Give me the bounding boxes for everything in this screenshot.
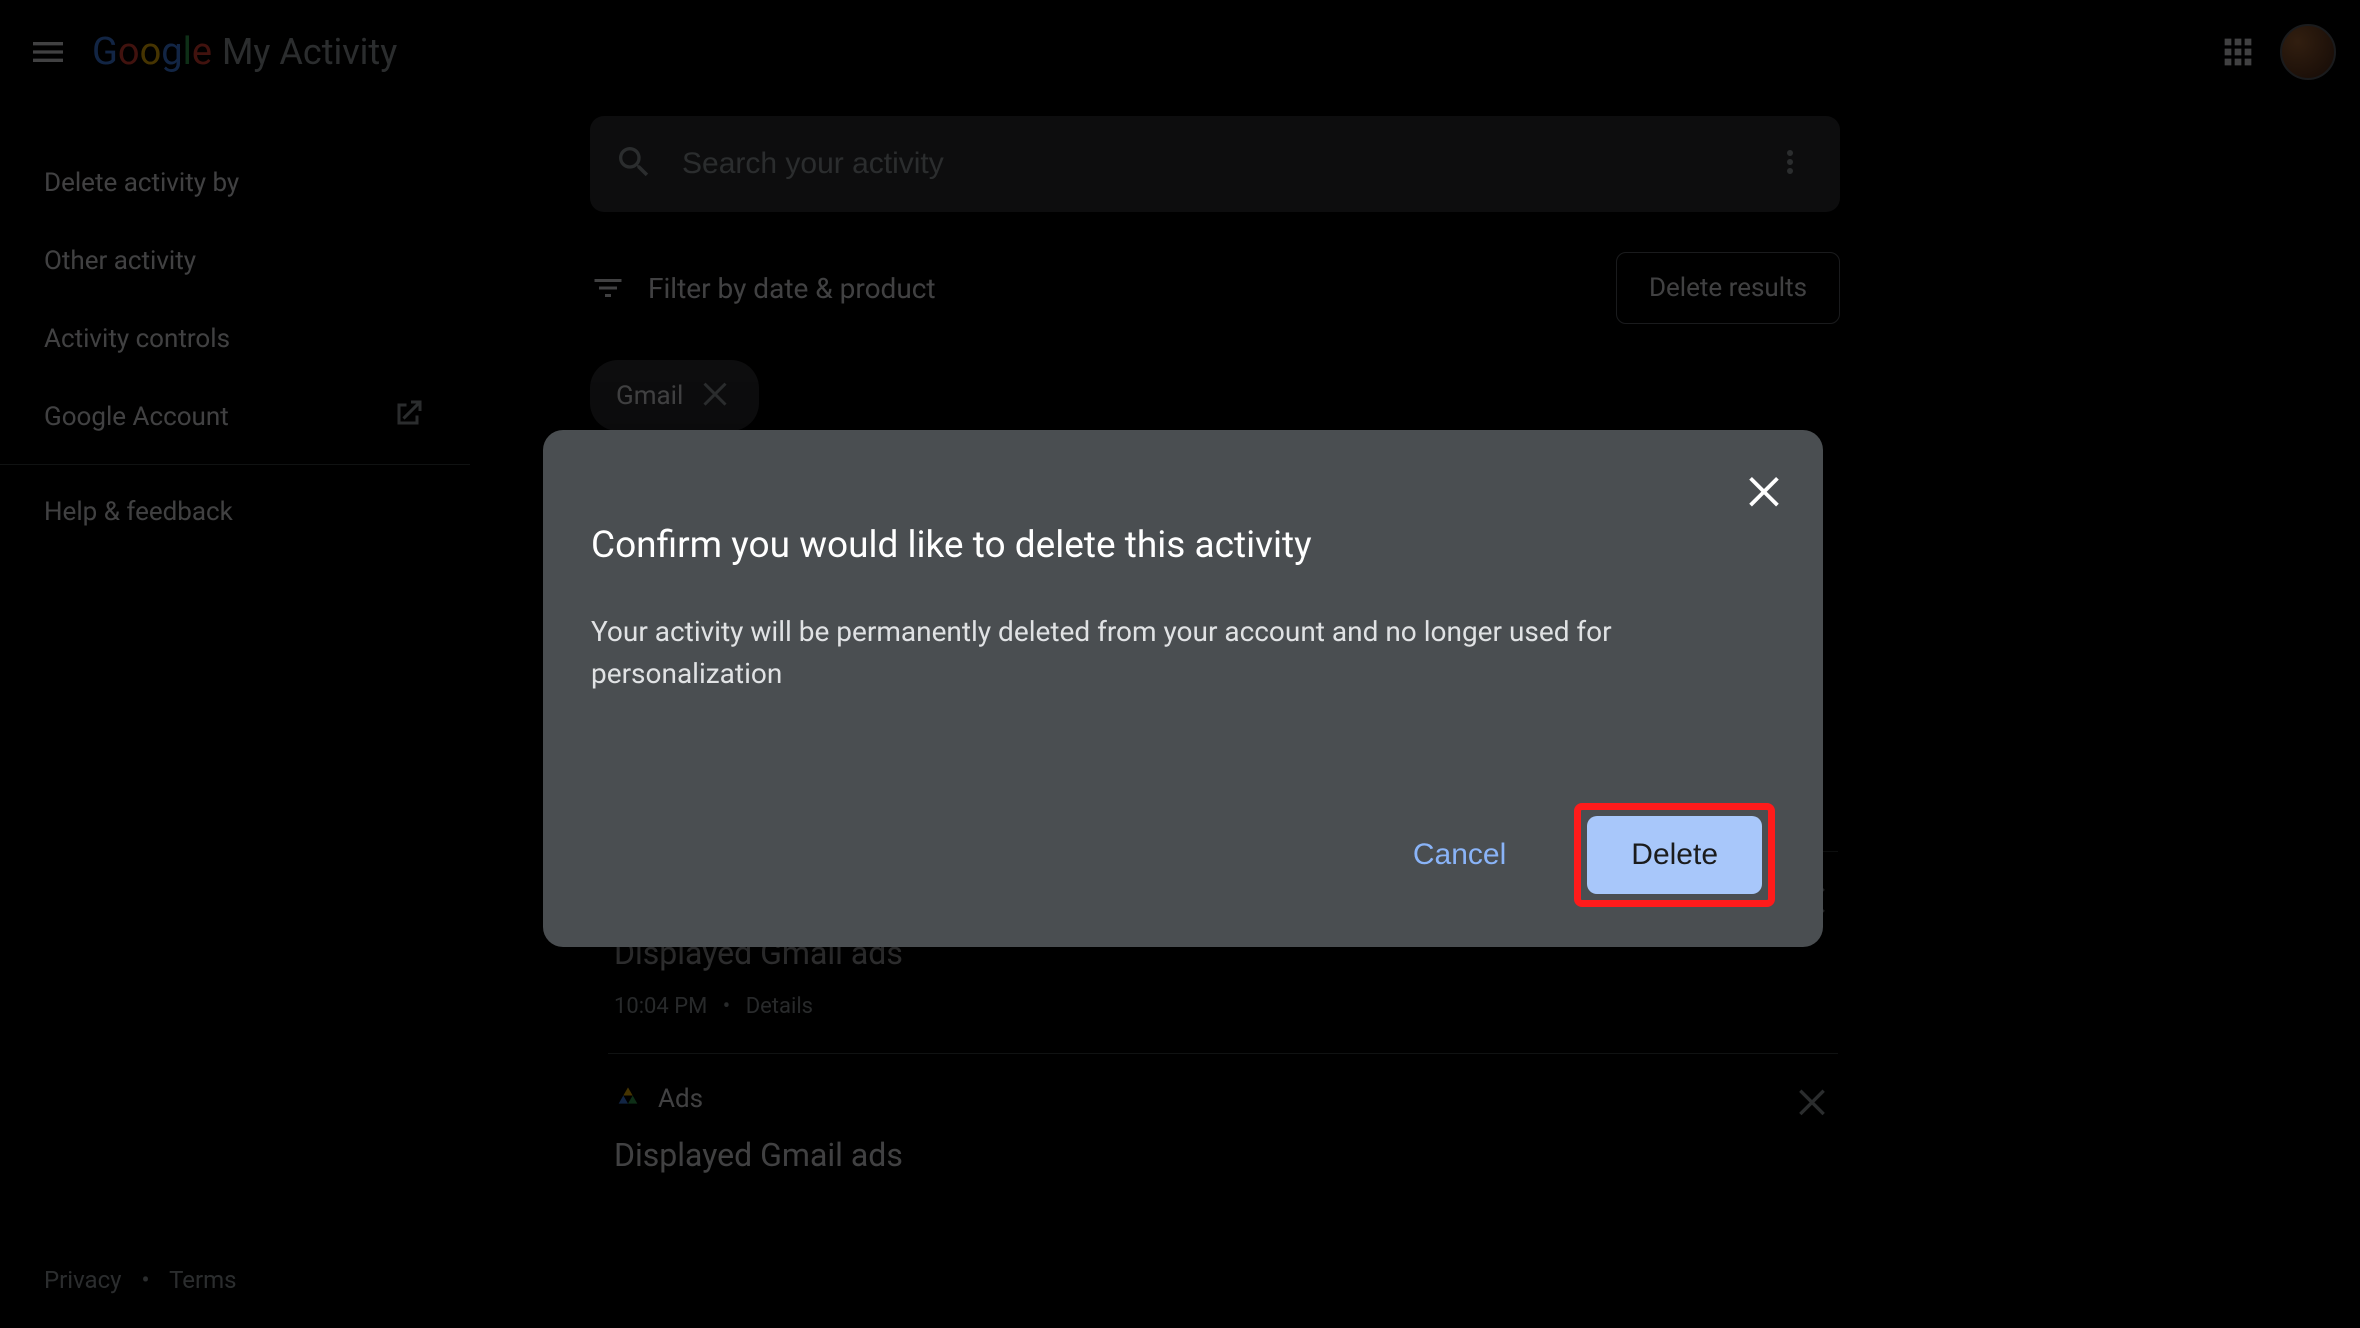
- nav-item-label: Delete activity by: [44, 168, 239, 198]
- more-vert-icon: [1772, 144, 1808, 180]
- activity-item: Ads Displayed Gmail ads: [608, 1053, 1838, 1208]
- nav-item-label: Other activity: [44, 246, 196, 276]
- filter-by-date-product[interactable]: Filter by date & product: [590, 270, 936, 306]
- footer-separator: •: [141, 1266, 149, 1294]
- account-avatar[interactable]: [2280, 24, 2336, 80]
- main-menu-button[interactable]: [24, 28, 72, 76]
- delete-button-label: Delete: [1631, 838, 1718, 871]
- dialog-close-button[interactable]: [1741, 466, 1787, 516]
- nav-other-activity[interactable]: Other activity: [0, 222, 470, 300]
- filter-chip-gmail[interactable]: Gmail: [590, 360, 759, 431]
- tutorial-highlight: Delete: [1574, 803, 1775, 907]
- nav-activity-controls[interactable]: Activity controls: [0, 300, 470, 378]
- dialog-body: Your activity will be permanently delete…: [591, 611, 1671, 695]
- nav-divider: [0, 464, 470, 465]
- app-header: Google My Activity: [0, 0, 2360, 104]
- filter-chip-row: Gmail: [590, 360, 1840, 431]
- cancel-button-label: Cancel: [1413, 838, 1506, 871]
- apps-grid-icon: [2218, 32, 2258, 72]
- nav-item-label: Activity controls: [44, 324, 230, 354]
- activity-time: 10:04 PM: [614, 994, 707, 1019]
- close-icon: [1792, 1080, 1832, 1120]
- footer-links: Privacy • Terms: [0, 1266, 470, 1328]
- chip-label: Gmail: [616, 381, 683, 411]
- filter-label: Filter by date & product: [648, 272, 936, 305]
- filter-row: Filter by date & product Delete results: [590, 252, 1840, 324]
- activity-delete-button[interactable]: [1792, 1080, 1832, 1124]
- activity-title: Displayed Gmail ads: [614, 1136, 1832, 1174]
- close-icon: [1741, 466, 1787, 512]
- open-in-new-icon: [390, 396, 426, 439]
- close-icon: [697, 374, 733, 410]
- side-nav: Delete activity by Other activity Activi…: [0, 104, 470, 1328]
- nav-delete-activity-by[interactable]: Delete activity by: [0, 144, 470, 222]
- confirm-delete-dialog: Confirm you would like to delete this ac…: [543, 430, 1823, 947]
- nav-help-feedback[interactable]: Help & feedback: [0, 473, 470, 551]
- product-name: My Activity: [222, 31, 397, 73]
- cancel-button[interactable]: Cancel: [1385, 820, 1534, 890]
- delete-button[interactable]: Delete: [1587, 816, 1762, 894]
- terms-link[interactable]: Terms: [169, 1266, 236, 1294]
- nav-google-account[interactable]: Google Account: [0, 378, 470, 456]
- search-input[interactable]: [682, 147, 1764, 181]
- delete-results-label: Delete results: [1649, 273, 1807, 303]
- hamburger-icon: [28, 32, 68, 72]
- privacy-link[interactable]: Privacy: [44, 1266, 122, 1294]
- search-icon: [614, 142, 654, 186]
- delete-results-button[interactable]: Delete results: [1616, 252, 1840, 324]
- google-logo: Google My Activity: [92, 30, 397, 74]
- dialog-title: Confirm you would like to delete this ac…: [591, 524, 1775, 567]
- dialog-actions: Cancel Delete: [591, 803, 1775, 907]
- ads-product-icon: [614, 1085, 642, 1113]
- search-more-button[interactable]: [1764, 136, 1816, 192]
- activity-details-link[interactable]: Details: [746, 994, 813, 1019]
- activity-product-label: Ads: [658, 1084, 703, 1114]
- nav-item-label: Help & feedback: [44, 497, 233, 527]
- google-apps-button[interactable]: [2214, 28, 2262, 76]
- filter-list-icon: [590, 270, 626, 306]
- chip-remove-button[interactable]: [697, 374, 733, 417]
- nav-item-label: Google Account: [44, 402, 229, 432]
- search-bar: [590, 116, 1840, 212]
- activity-meta: 10:04 PM • Details: [614, 994, 1832, 1019]
